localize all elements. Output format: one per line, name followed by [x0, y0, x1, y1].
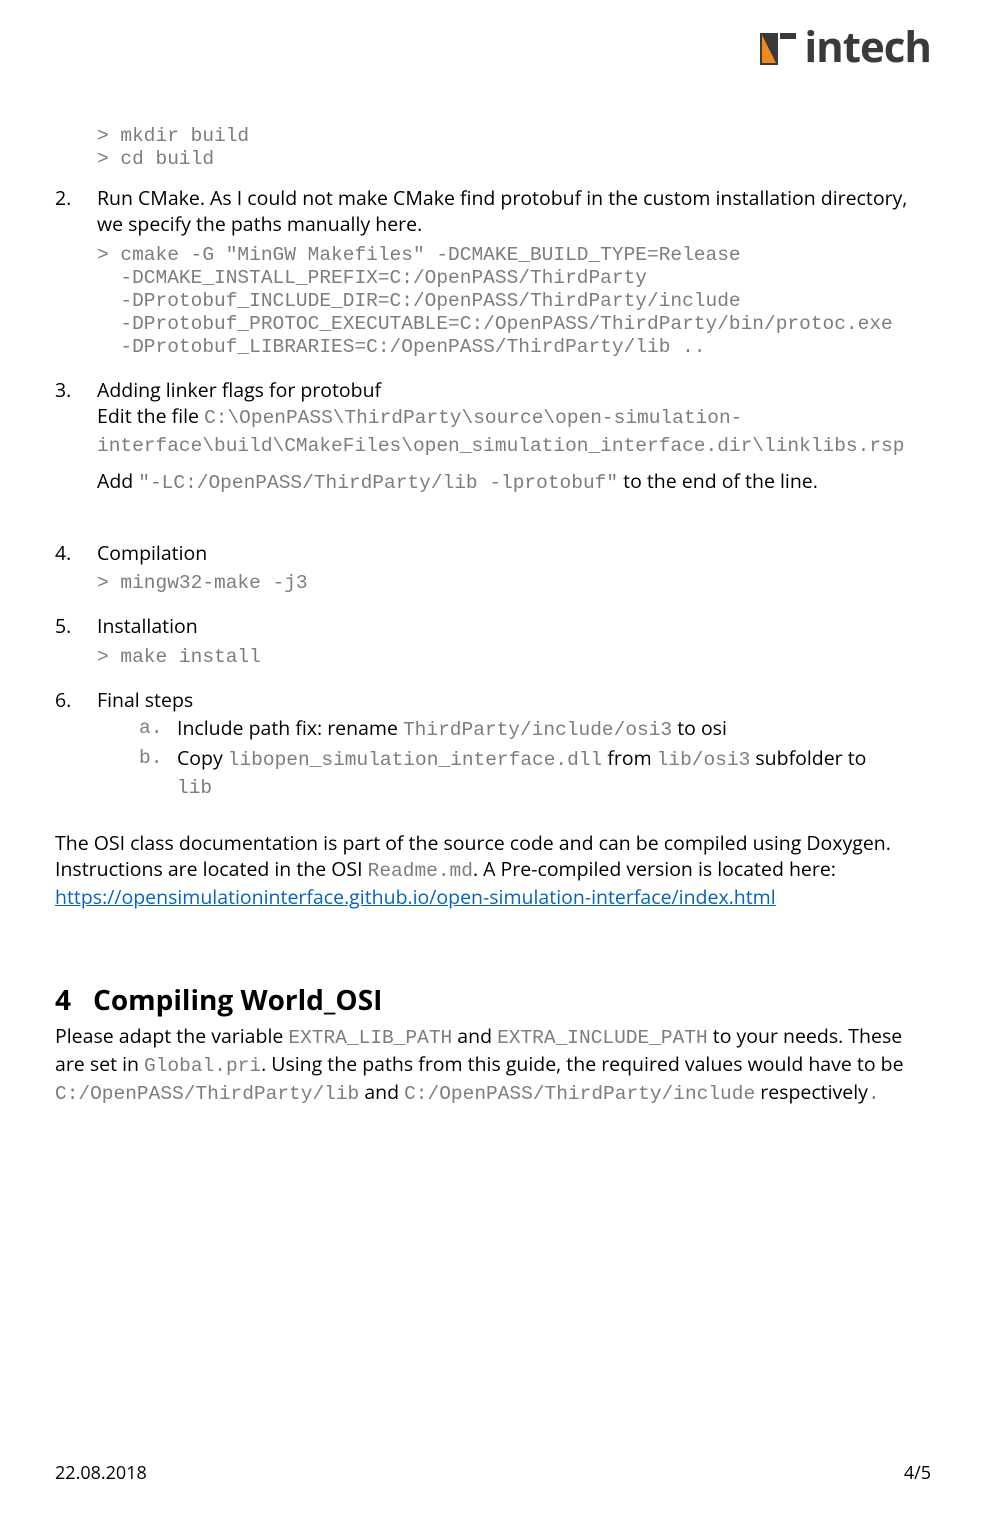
- step-3-edit-pre: Edit the file: [97, 402, 204, 429]
- step-6b: b. Copy libopen_simulation_interface.dll…: [139, 745, 931, 802]
- s4-v1: EXTRA_LIB_PATH: [288, 1027, 452, 1049]
- logo-icon: [756, 25, 800, 69]
- step-3-title: Adding linker flags for protobuf: [97, 377, 931, 403]
- step-6-title: Final steps: [97, 687, 931, 713]
- step-3-add-pre: Add: [97, 467, 138, 494]
- s4-b2: and: [452, 1022, 497, 1049]
- footer-date: 22.08.2018: [55, 1461, 147, 1485]
- s4-v3: Global.pri: [144, 1055, 261, 1077]
- code-mkdir: > mkdir build > cd build: [97, 125, 931, 171]
- logo-text: intech: [804, 18, 931, 75]
- logo: intech: [756, 18, 931, 75]
- footer-page: 4/5: [904, 1461, 931, 1485]
- s4-b7: .: [868, 1083, 880, 1105]
- step-6b-post-pre: subfolder to: [750, 744, 866, 771]
- step-6a-marker: a.: [139, 715, 162, 741]
- step-6b-code2: lib/osi3: [657, 749, 751, 771]
- step-3-add: Add "-LC:/OpenPASS/ThirdParty/lib -lprot…: [97, 467, 818, 494]
- section-4-title: Compiling World_OSI: [93, 981, 382, 1019]
- step-4: Compilation > mingw32-make -j3: [55, 540, 931, 595]
- step-6a-pre: Include path fix: rename: [177, 714, 403, 741]
- step-3-add-post: to the end of the line.: [618, 467, 818, 494]
- s4-b1: Please adapt the variable: [55, 1022, 288, 1049]
- step-6b-pre: Copy: [177, 744, 228, 771]
- step-3-add-code: "-LC:/OpenPASS/ThirdParty/lib -lprotobuf…: [138, 472, 618, 494]
- step-6b-code3: lib: [177, 777, 212, 799]
- step-6b-code1: libopen_simulation_interface.dll: [228, 749, 602, 771]
- step-5-title: Installation: [97, 613, 931, 639]
- footer: 22.08.2018 4/5: [55, 1461, 931, 1485]
- step-6a: a. Include path fix: rename ThirdParty/i…: [139, 715, 931, 743]
- step-3: Adding linker flags for protobuf Edit th…: [55, 377, 931, 522]
- step-6: Final steps a. Include path fix: rename …: [55, 687, 931, 802]
- section-4-num: 4: [55, 981, 75, 1019]
- s4-b5: and: [359, 1078, 404, 1105]
- step-4-code: > mingw32-make -j3: [97, 572, 931, 595]
- step-5: Installation > make install: [55, 613, 931, 668]
- step-3-edit-path: C:\OpenPASS\ThirdParty\source\open-simul…: [97, 407, 904, 457]
- step-list: Run CMake. As I could not make CMake fin…: [55, 185, 931, 802]
- s4-b4: . Using the paths from this guide, the r…: [261, 1050, 903, 1077]
- osi-doc-para: The OSI class documentation is part of t…: [55, 830, 931, 911]
- step-6b-mid: from: [602, 744, 656, 771]
- step-6a-code: ThirdParty/include/osi3: [403, 719, 672, 741]
- step-4-title: Compilation: [97, 540, 931, 566]
- step-3-edit: Edit the file C:\OpenPASS\ThirdParty\sou…: [97, 402, 904, 457]
- osi-t2: . A Pre-compiled version is located here…: [473, 855, 836, 882]
- s4-b6: respectively: [755, 1078, 868, 1105]
- step-2: Run CMake. As I could not make CMake fin…: [55, 185, 931, 359]
- section-4-heading: 4 Compiling World_OSI: [55, 981, 931, 1019]
- osi-doc-link[interactable]: https://opensimulationinterface.github.i…: [55, 883, 776, 910]
- step-2-code: > cmake -G "MinGW Makefiles" -DCMAKE_BUI…: [97, 244, 931, 359]
- step-6b-marker: b.: [139, 745, 162, 771]
- step-6a-post: to osi: [672, 714, 727, 741]
- s4-v5: C:/OpenPASS/ThirdParty/include: [404, 1083, 755, 1105]
- step-2-text: Run CMake. As I could not make CMake fin…: [97, 185, 931, 238]
- s4-v2: EXTRA_INCLUDE_PATH: [497, 1027, 708, 1049]
- step-5-code: > make install: [97, 646, 931, 669]
- step-6-sublist: a. Include path fix: rename ThirdParty/i…: [139, 715, 931, 802]
- section-4-body: Please adapt the variable EXTRA_LIB_PATH…: [55, 1023, 931, 1108]
- osi-readme: Readme.md: [368, 860, 473, 882]
- s4-v4: C:/OpenPASS/ThirdParty/lib: [55, 1083, 359, 1105]
